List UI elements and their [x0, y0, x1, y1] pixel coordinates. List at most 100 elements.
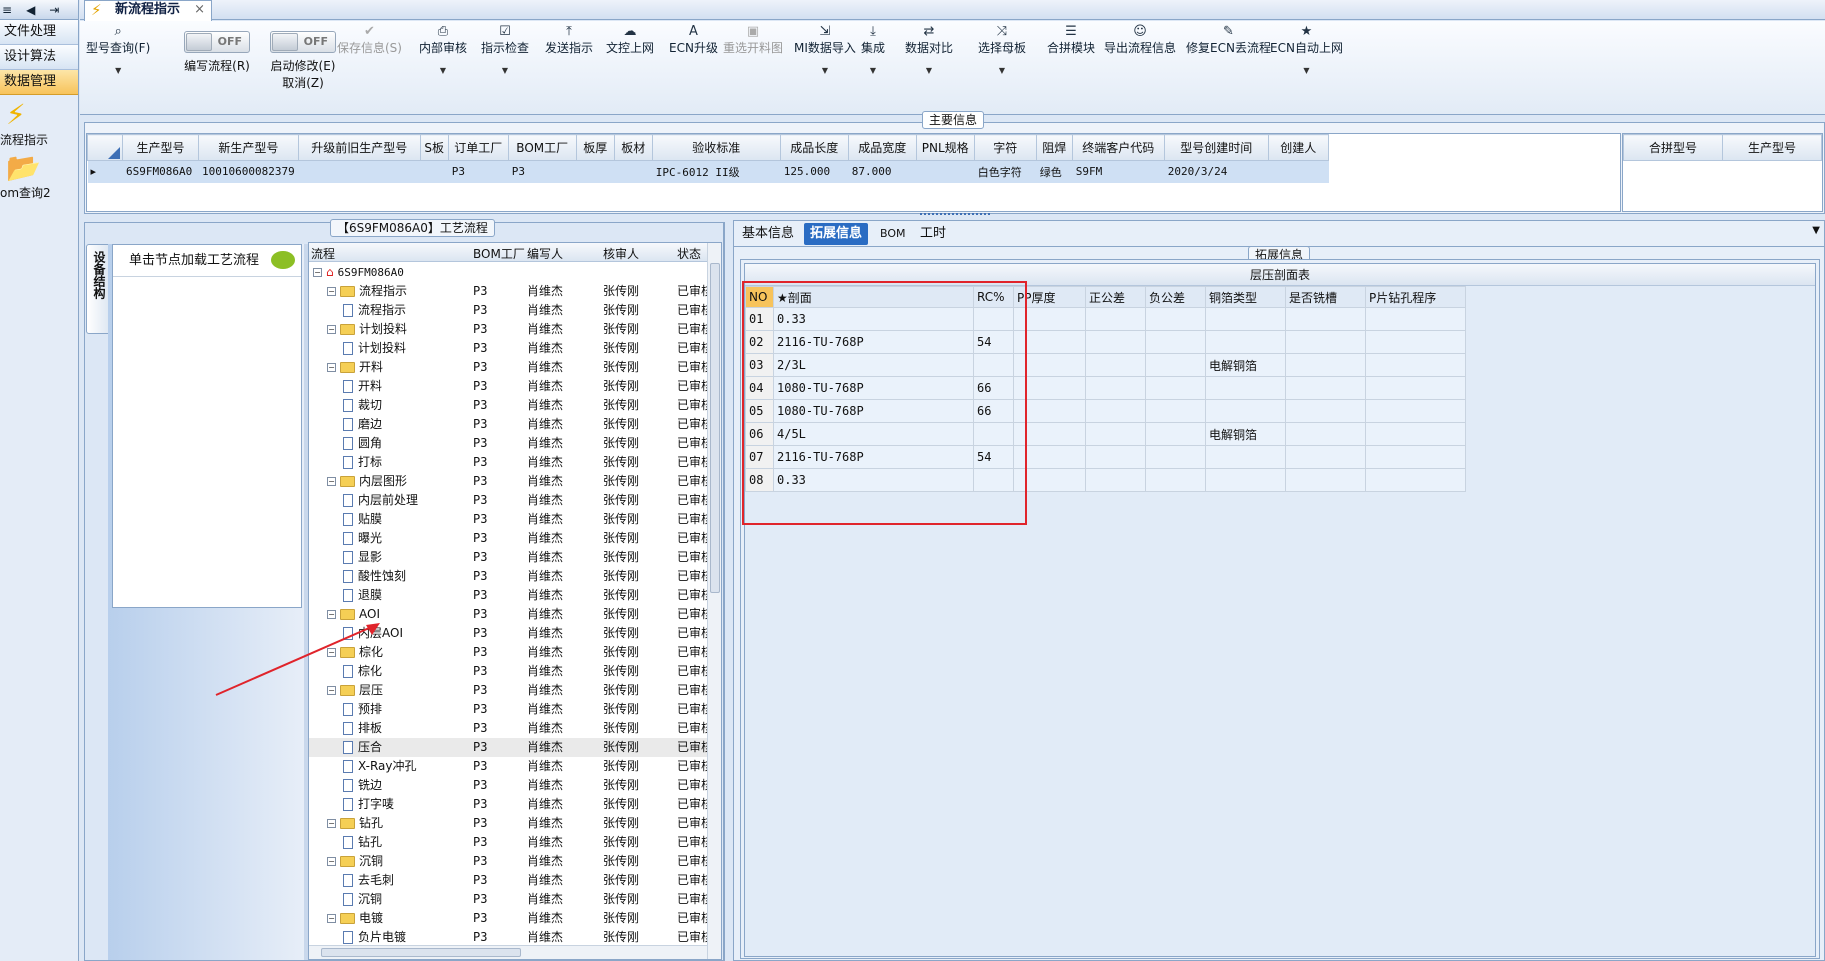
- tree-root[interactable]: − ⌂ 6S9FM086A0: [309, 263, 707, 282]
- tree-node[interactable]: 贴膜 P3 肖维杰 张传刚 已审核: [309, 510, 713, 529]
- main-info-cell[interactable]: S9FM: [1072, 160, 1165, 183]
- tree-node[interactable]: − 计划投料 P3 肖维杰 张传刚 已审核: [309, 320, 713, 339]
- tree-col-flow[interactable]: 流程: [311, 245, 335, 262]
- nav-item[interactable]: 文件处理: [0, 20, 78, 45]
- lamination-cell[interactable]: [1285, 376, 1366, 400]
- main-info-cell[interactable]: [614, 160, 653, 183]
- tree-node[interactable]: 钻孔 P3 肖维杰 张传刚 已审核: [309, 833, 713, 852]
- tree-node[interactable]: − 开料 P3 肖维杰 张传刚 已审核: [309, 358, 713, 377]
- back-arrow-icon[interactable]: ◀: [26, 3, 35, 17]
- tree-node[interactable]: 打字唛 P3 肖维杰 张传刚 已审核: [309, 795, 713, 814]
- collapse-icon[interactable]: −: [327, 857, 336, 866]
- mid-splitter[interactable]: [724, 222, 732, 961]
- tab-bom[interactable]: BOM: [874, 223, 912, 245]
- chevron-down-icon[interactable]: ▼: [794, 66, 856, 75]
- main-info-col[interactable]: 板材: [613, 134, 653, 161]
- main-info-col[interactable]: 生产型号: [122, 134, 199, 161]
- main-info-cell[interactable]: 白色字符: [974, 160, 1037, 183]
- toggle-switch[interactable]: OFF: [270, 31, 336, 53]
- tree-node[interactable]: − 沉铜 P3 肖维杰 张传刚 已审核: [309, 852, 713, 871]
- tree-node[interactable]: 计划投料 P3 肖维杰 张传刚 已审核: [309, 339, 713, 358]
- lamination-col[interactable]: P片钻孔程序: [1365, 286, 1466, 308]
- lamination-cell[interactable]: [1285, 330, 1366, 354]
- lamination-cell[interactable]: [1145, 353, 1206, 377]
- toolbar-button[interactable]: ☁ 文控上网: [606, 25, 654, 56]
- tree-node[interactable]: 开料 P3 肖维杰 张传刚 已审核: [309, 377, 713, 396]
- chevron-down-icon[interactable]: ▼: [481, 66, 529, 75]
- tab-new-flow[interactable]: ⚡ 新流程指示 ×: [84, 0, 212, 21]
- lamination-col[interactable]: 铜箔类型: [1205, 286, 1286, 308]
- lamination-cell[interactable]: [1365, 399, 1466, 423]
- collapse-icon[interactable]: −: [327, 287, 336, 296]
- collapse-icon[interactable]: −: [327, 325, 336, 334]
- main-info-col[interactable]: 字符: [973, 134, 1037, 161]
- main-info-col[interactable]: S板: [419, 134, 449, 161]
- lamination-cell[interactable]: [1365, 307, 1466, 331]
- lamination-cell[interactable]: [1145, 399, 1206, 423]
- nav-item[interactable]: 设计算法: [0, 45, 78, 70]
- tree-hscroll[interactable]: [309, 945, 707, 959]
- main-info-col[interactable]: 创建人: [1267, 134, 1329, 161]
- tabs-dropdown-icon[interactable]: ▼: [1812, 225, 1820, 236]
- tree-node[interactable]: 打标 P3 肖维杰 张传刚 已审核: [309, 453, 713, 472]
- lamination-col[interactable]: 是否铣槽: [1285, 286, 1366, 308]
- tree-node[interactable]: 铣边 P3 肖维杰 张传刚 已审核: [309, 776, 713, 795]
- toolbar-button[interactable]: ⇲ MI数据导入 ▼: [794, 25, 856, 76]
- lamination-cell[interactable]: [1365, 353, 1466, 377]
- main-info-cell[interactable]: P3: [448, 160, 509, 183]
- main-info-col[interactable]: 板厚: [575, 134, 615, 161]
- tab-ext-info[interactable]: 拓展信息: [804, 223, 869, 245]
- lamination-cell[interactable]: [1085, 376, 1146, 400]
- main-info-cell[interactable]: IPC-6012 II级: [652, 160, 781, 183]
- lamination-cell[interactable]: [1205, 445, 1286, 469]
- merge-grid-col[interactable]: 生产型号: [1722, 134, 1822, 161]
- tree-node[interactable]: − 内层图形 P3 肖维杰 张传刚 已审核: [309, 472, 713, 491]
- main-info-col[interactable]: 升级前旧生产型号: [297, 134, 421, 161]
- collapse-icon[interactable]: −: [327, 363, 336, 372]
- main-info-cell[interactable]: 87.000: [848, 160, 917, 183]
- main-info-cell[interactable]: [298, 160, 421, 183]
- main-info-cell[interactable]: [576, 160, 615, 183]
- lamination-cell[interactable]: [1365, 445, 1466, 469]
- toolbar-button[interactable]: A ECN升级: [669, 25, 718, 56]
- main-info-cell[interactable]: [420, 160, 449, 183]
- chevron-down-icon[interactable]: ▼: [978, 66, 1026, 75]
- toggle-switch[interactable]: OFF: [184, 31, 250, 53]
- collapse-icon[interactable]: −: [327, 819, 336, 828]
- tree-node[interactable]: 排板 P3 肖维杰 张传刚 已审核: [309, 719, 713, 738]
- tree-col-auditor[interactable]: 核审人: [603, 245, 639, 262]
- tree-node[interactable]: 酸性蚀刻 P3 肖维杰 张传刚 已审核: [309, 567, 713, 586]
- collapse-icon[interactable]: −: [327, 914, 336, 923]
- tree-node[interactable]: 沉铜 P3 肖维杰 张传刚 已审核: [309, 890, 713, 909]
- lamination-cell[interactable]: [1145, 422, 1206, 446]
- nav-item[interactable]: 数据管理: [0, 70, 78, 95]
- lamination-cell[interactable]: [1285, 399, 1366, 423]
- collapse-icon[interactable]: −: [327, 477, 336, 486]
- lamination-cell[interactable]: [1205, 399, 1286, 423]
- main-info-cell[interactable]: [1268, 160, 1329, 183]
- nav-tool-bom[interactable]: 📂 om查询2: [0, 152, 78, 201]
- main-info-cell[interactable]: 2020/3/24: [1164, 160, 1269, 183]
- lamination-cell[interactable]: [1085, 468, 1146, 492]
- chevron-down-icon[interactable]: ▼: [419, 66, 467, 75]
- tree-node[interactable]: 磨边 P3 肖维杰 张传刚 已审核: [309, 415, 713, 434]
- lamination-cell[interactable]: [1085, 445, 1146, 469]
- main-info-col[interactable]: 型号创建时间: [1163, 134, 1269, 161]
- nav-tool-flow[interactable]: ⚡ 流程指示: [0, 99, 78, 148]
- chevron-down-icon[interactable]: ▼: [86, 66, 150, 75]
- tree-node[interactable]: 内层前处理 P3 肖维杰 张传刚 已审核: [309, 491, 713, 510]
- toolbar-button[interactable]: ⌕ 型号查询(F) ▼: [86, 25, 150, 76]
- toolbar-button[interactable]: ⎙ 内部审核 ▼: [419, 25, 467, 76]
- lamination-cell[interactable]: [1365, 376, 1466, 400]
- scroll-thumb[interactable]: [710, 263, 720, 593]
- tree-node[interactable]: 曝光 P3 肖维杰 张传刚 已审核: [309, 529, 713, 548]
- lamination-cell[interactable]: [1205, 307, 1286, 331]
- lamination-cell[interactable]: [1365, 422, 1466, 446]
- lamination-cell[interactable]: [1085, 307, 1146, 331]
- main-info-col[interactable]: 阻焊: [1035, 134, 1073, 161]
- hscroll-thumb[interactable]: [321, 948, 521, 957]
- collapse-icon[interactable]: −: [313, 268, 322, 277]
- toolbar-button[interactable]: ☑ 指示检查 ▼: [481, 25, 529, 76]
- toolbar-button[interactable]: ✎ 修复ECN丢流程: [1186, 25, 1271, 56]
- lamination-cell[interactable]: [1145, 468, 1206, 492]
